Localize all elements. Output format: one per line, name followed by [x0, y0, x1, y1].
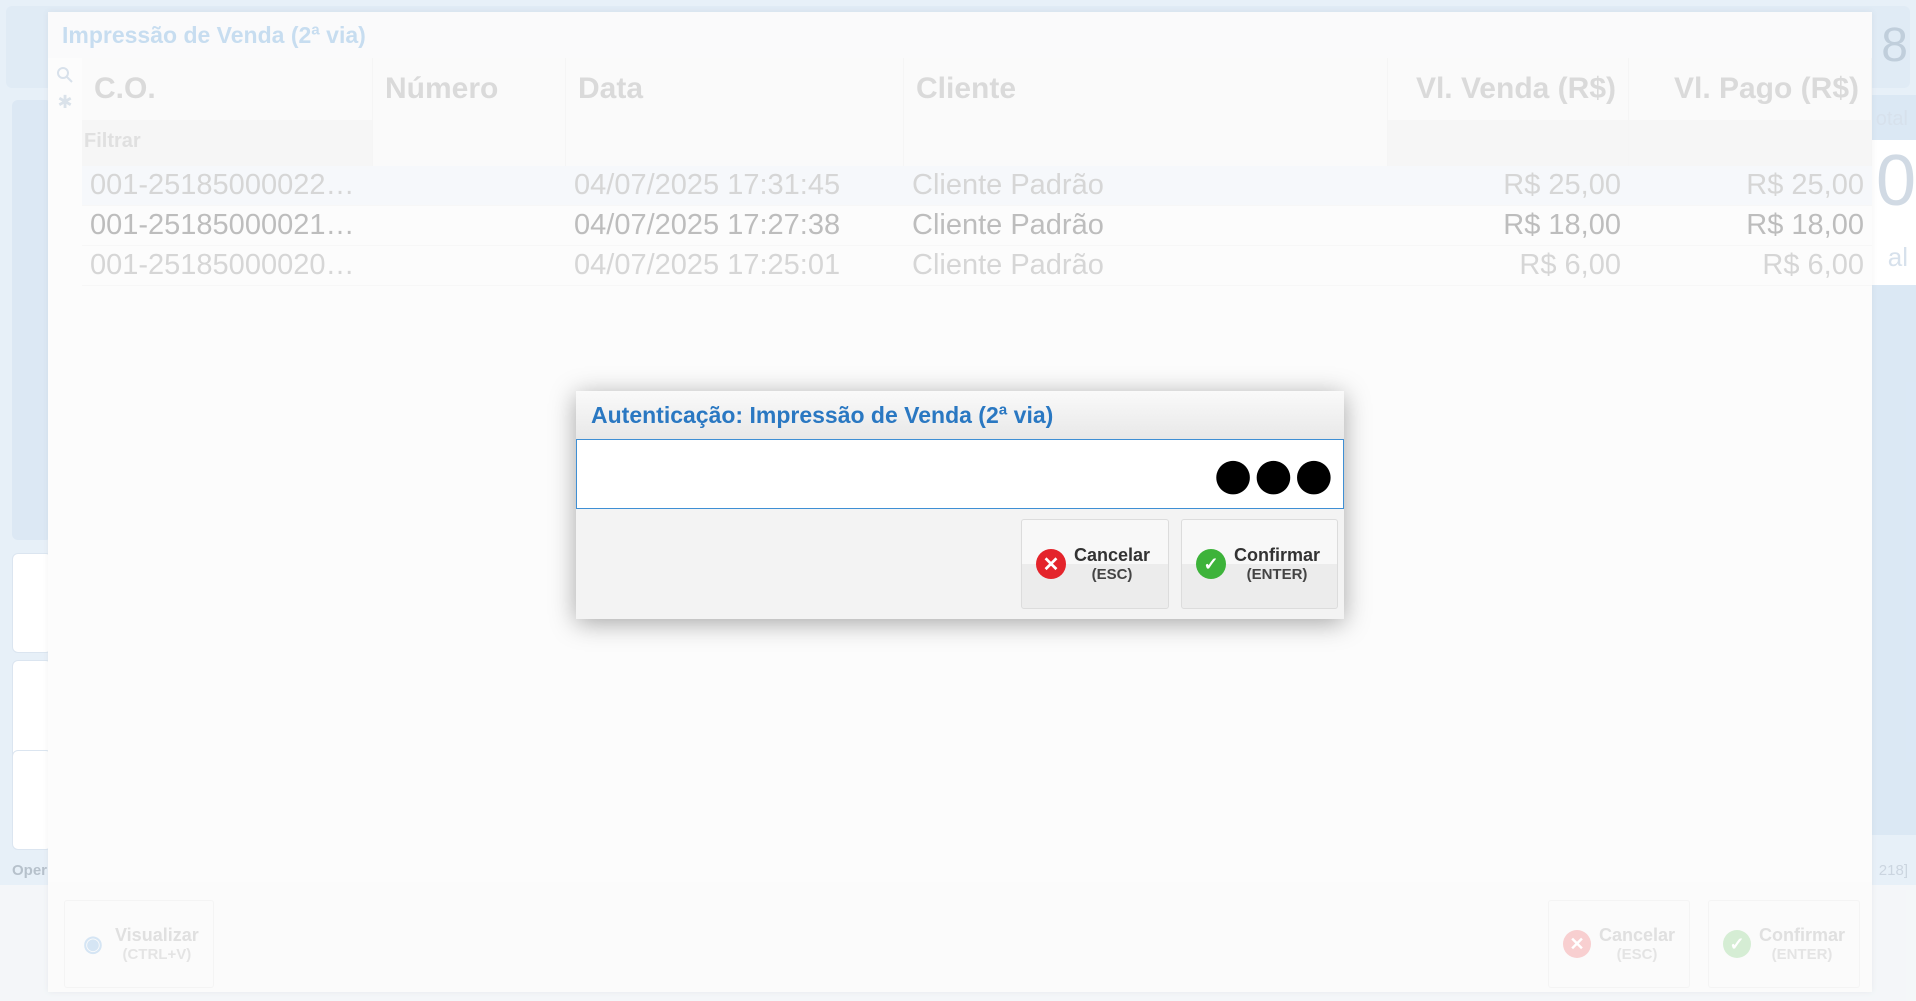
confirm-shortcut: (ENTER) [1246, 566, 1308, 583]
cancel-label: Cancelar [1074, 545, 1151, 565]
dialog-title: Autenticação: Impressão de Venda (2ª via… [576, 391, 1344, 439]
cancel-button-label: Cancelar (ESC) [1074, 545, 1150, 583]
auth-dialog: Autenticação: Impressão de Venda (2ª via… [576, 391, 1344, 619]
cancel-shortcut: (ESC) [1091, 566, 1133, 583]
confirm-button[interactable]: ✓ Confirmar (ENTER) [1181, 519, 1338, 609]
check-circle-icon: ✓ [1196, 549, 1226, 579]
confirm-button-label: Confirmar (ENTER) [1234, 545, 1320, 583]
cancel-button[interactable]: ✕ Cancelar (ESC) [1021, 519, 1169, 609]
dialog-actions: ✕ Cancelar (ESC) ✓ Confirmar (ENTER) [1021, 519, 1338, 609]
password-input[interactable] [576, 439, 1344, 509]
close-circle-icon: ✕ [1036, 549, 1066, 579]
confirm-label: Confirmar [1234, 545, 1321, 565]
